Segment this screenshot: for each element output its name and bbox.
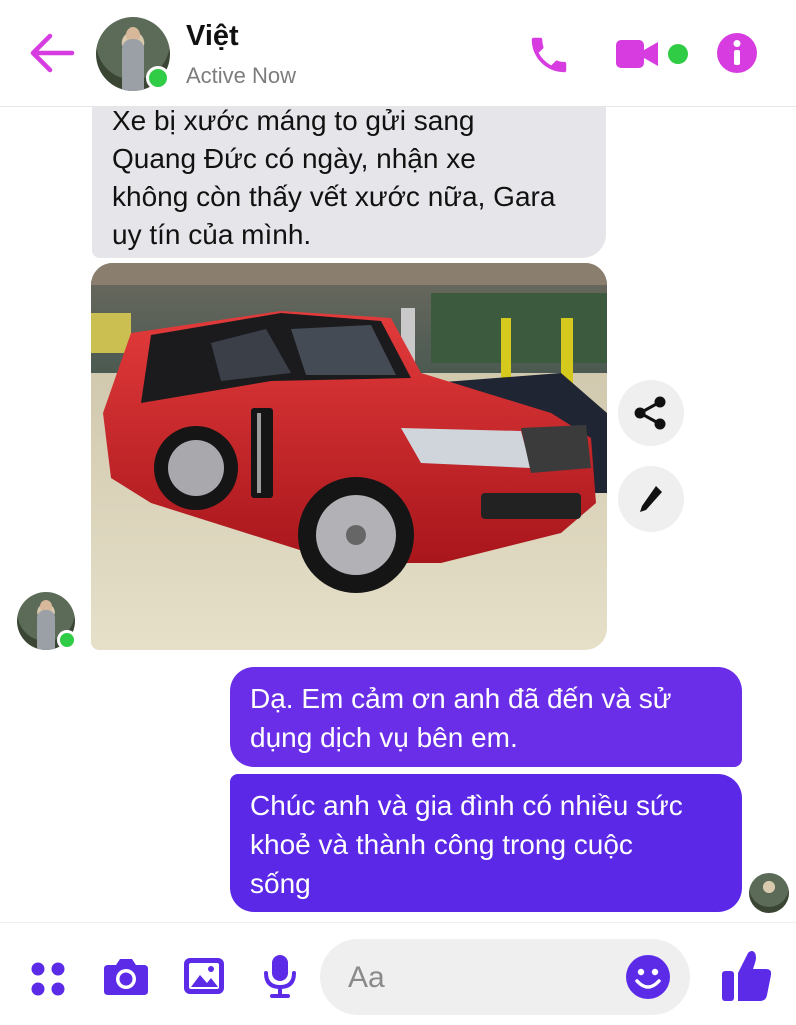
camera-icon — [104, 959, 148, 995]
edit-icon — [640, 486, 662, 512]
sent-message-bubble[interactable]: Chúc anh và gia đình có nhiều sức khoẻ v… — [230, 774, 742, 912]
message-line: Chúc anh và gia đình có nhiều sức — [250, 790, 683, 821]
gallery-button[interactable] — [182, 955, 226, 1002]
video-call-button[interactable] — [614, 34, 692, 79]
message-line: Dạ. Em cảm ơn anh đã đến và sử — [250, 683, 672, 714]
message-line: sống — [250, 868, 311, 899]
microphone-icon — [264, 955, 296, 998]
message-line: dụng dịch vụ bên em. — [250, 722, 518, 753]
contact-name[interactable]: Việt — [186, 20, 239, 53]
back-arrow-icon — [30, 33, 75, 73]
sent-message-bubble[interactable]: Dạ. Em cảm ơn anh đã đến và sử dụng dịch… — [230, 667, 742, 767]
video-call-icon — [616, 40, 688, 68]
thumbs-up-icon — [722, 951, 772, 1001]
active-status: Active Now — [186, 63, 297, 88]
online-indicator — [146, 66, 170, 90]
emoji-icon — [626, 955, 670, 999]
message-line: Xe bị xước máng to gửi sang — [112, 105, 475, 136]
share-icon — [634, 396, 666, 430]
message-line: uy tín của mình. — [112, 219, 312, 250]
apps-grid-icon — [31, 962, 65, 996]
voice-call-button[interactable] — [526, 32, 572, 83]
chat-header: Việt Active Now — [0, 0, 796, 107]
back-button[interactable] — [26, 30, 76, 76]
share-button[interactable] — [618, 380, 684, 446]
message-line: không còn thấy vết xước nữa, Gara — [112, 181, 556, 212]
edit-photo-button[interactable] — [618, 466, 684, 532]
like-button[interactable] — [720, 947, 774, 1008]
car-photo-illustration — [91, 263, 607, 650]
info-icon — [717, 33, 757, 73]
received-message-bubble[interactable]: Xe bị xước máng to gửi sang Quang Đức có… — [92, 92, 606, 258]
message-input[interactable] — [346, 953, 620, 1003]
more-actions-button[interactable] — [28, 959, 68, 1004]
message-composer — [0, 922, 796, 1025]
sender-online-indicator — [57, 630, 77, 650]
voice-message-button[interactable] — [262, 953, 298, 1004]
message-input-container[interactable] — [320, 939, 690, 1015]
phone-icon — [531, 37, 567, 73]
info-button[interactable] — [716, 32, 758, 79]
emoji-button[interactable] — [624, 953, 672, 1006]
gallery-icon — [184, 958, 224, 994]
message-line: Quang Đức có ngày, nhận xe — [112, 143, 476, 174]
read-receipt-avatar — [749, 873, 789, 913]
camera-button[interactable] — [102, 955, 150, 1002]
received-photo[interactable] — [91, 263, 607, 650]
message-line: khoẻ và thành công trong cuộc — [250, 829, 633, 860]
